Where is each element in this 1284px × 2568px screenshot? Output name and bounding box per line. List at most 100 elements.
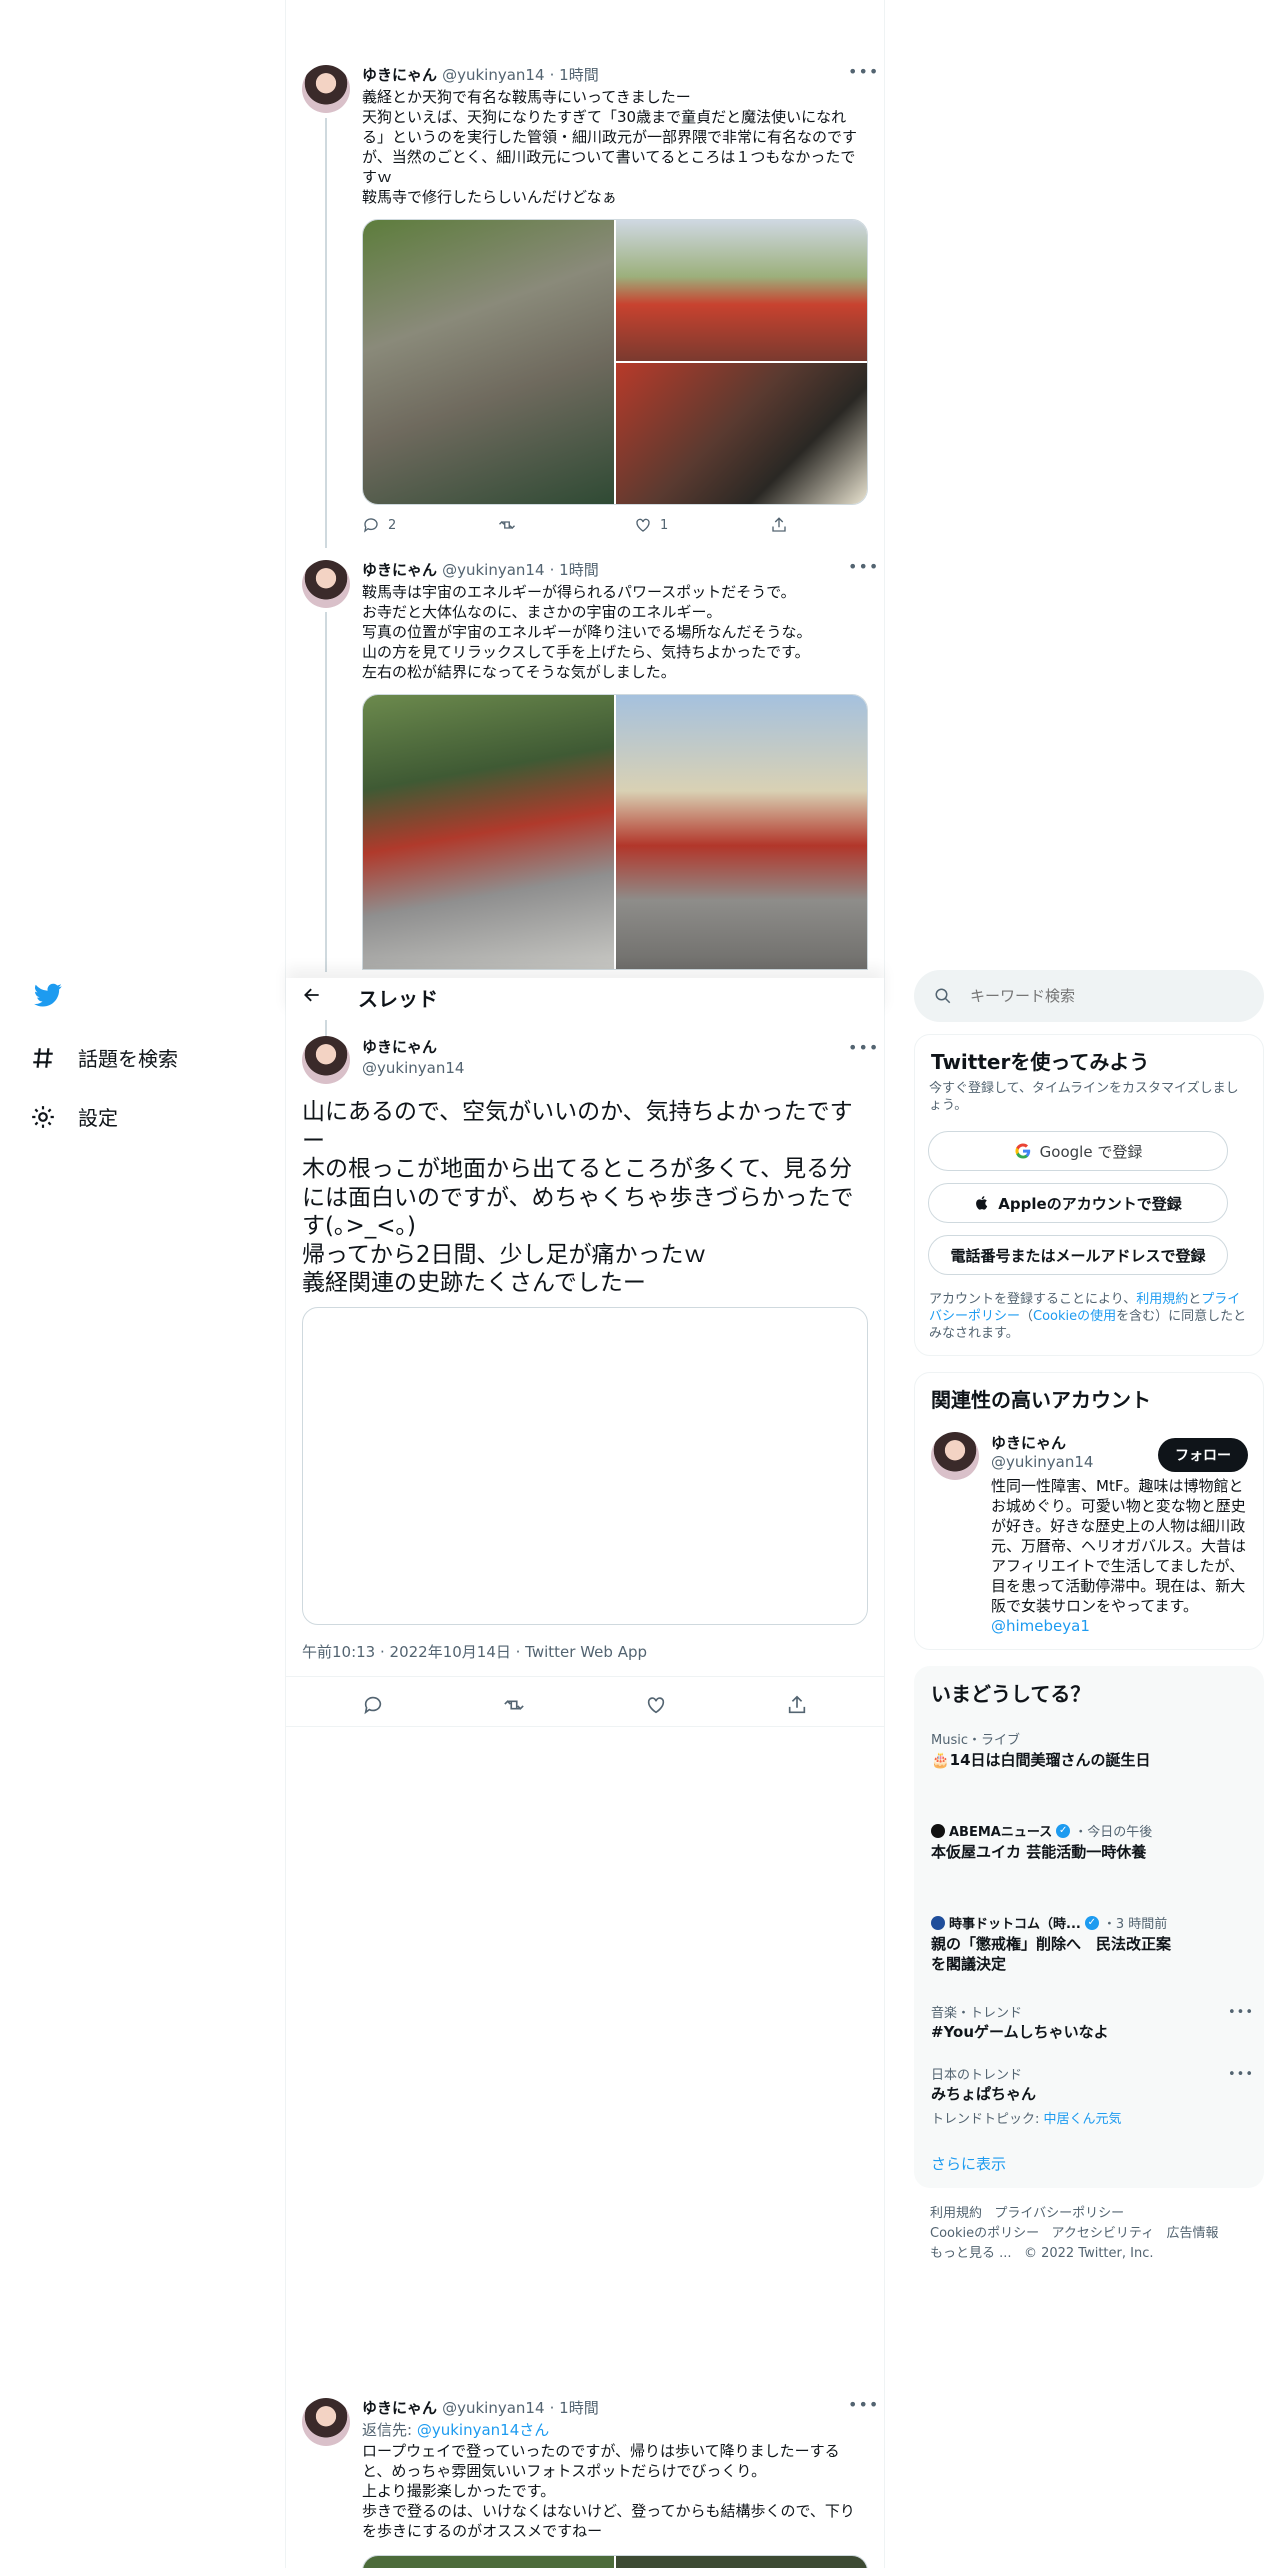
photo-red-bridge[interactable] bbox=[616, 220, 867, 361]
photo-stone-monument[interactable] bbox=[363, 220, 614, 504]
tweet-media-grid[interactable] bbox=[362, 219, 868, 505]
tweet-text: 鞍馬寺は宇宙のエネルギーが得られるパワースポットだそうで。 お寺だと大体仏なのに… bbox=[362, 583, 812, 681]
news-source-icon bbox=[931, 1915, 945, 1930]
follow-button[interactable]: フォロー bbox=[1158, 1438, 1248, 1472]
reply-to-link[interactable]: @yukinyan14 bbox=[417, 2421, 519, 2439]
photo-umbrella[interactable] bbox=[616, 363, 867, 504]
photo-power-spot[interactable] bbox=[616, 695, 867, 969]
tweet-text: 義経とか天狗で有名な鞍馬寺にいってきましたー 天狗といえば、天狗になりたすぎて「… bbox=[362, 88, 858, 206]
display-name[interactable]: ゆきにゃん bbox=[362, 561, 437, 579]
tweet-timestamp[interactable]: 午前10:13 · 2022年10月14日 · Twitter Web App bbox=[302, 1641, 647, 1662]
timestamp[interactable]: 1時間 bbox=[559, 561, 599, 579]
handle[interactable]: @yukinyan14 bbox=[442, 2399, 544, 2417]
footer-link[interactable]: プライバシーポリシー bbox=[994, 2206, 1124, 2221]
apple-icon bbox=[976, 1196, 988, 1210]
display-name[interactable]: ゆきにゃん bbox=[362, 2399, 437, 2417]
retweet-icon[interactable] bbox=[503, 1694, 525, 1716]
divider bbox=[286, 1676, 884, 1677]
trend-title[interactable]: 🎂14日は白間美瑠さんの誕生日 bbox=[931, 1750, 1151, 1770]
avatar[interactable] bbox=[931, 1432, 979, 1480]
trend-meta: 音楽・トレンド bbox=[931, 2006, 1023, 2021]
timestamp[interactable]: 1時間 bbox=[559, 2399, 599, 2417]
photo-temple-courtyard[interactable] bbox=[363, 695, 614, 969]
trend-title[interactable]: 親の「懲戒権」削除へ 民法改正案を閣議決定 bbox=[931, 1934, 1181, 1974]
show-more-link[interactable]: さらに表示 bbox=[931, 2153, 1006, 2174]
verified-badge-icon: ✓ bbox=[1056, 1823, 1071, 1838]
news-source: ABEMAニュース bbox=[949, 1825, 1053, 1840]
trend-meta: Music・ライブ bbox=[931, 1733, 1020, 1748]
handle[interactable]: @yukinyan14 bbox=[442, 66, 544, 84]
footer-link[interactable]: 広告情報 bbox=[1167, 2226, 1219, 2241]
media-placeholder[interactable] bbox=[302, 1307, 868, 1625]
nav-settings[interactable]: 設定 bbox=[30, 1102, 118, 1131]
display-name[interactable]: ゆきにゃん bbox=[362, 66, 437, 84]
nav-settings-label: 設定 bbox=[78, 1106, 118, 1130]
share-button[interactable] bbox=[770, 516, 906, 534]
signup-subtitle: 今すぐ登録して、タイムラインをカスタマイズしましょう。 bbox=[929, 1081, 1239, 1113]
bio-link[interactable]: @himebeya1 bbox=[991, 1617, 1090, 1635]
page-root: { "nav": { "explore_label": "話題を検索", "se… bbox=[0, 0, 1284, 2568]
search-box[interactable] bbox=[914, 970, 1264, 1022]
retweet-icon bbox=[499, 521, 515, 529]
twitter-logo-icon[interactable] bbox=[33, 983, 63, 1013]
avatar[interactable] bbox=[302, 1036, 350, 1084]
tweet-media-grid[interactable] bbox=[362, 2555, 868, 2568]
apple-signup-label: Appleのアカウントで登録 bbox=[998, 1194, 1182, 1213]
google-signup-button[interactable]: Google で登録 bbox=[928, 1131, 1228, 1171]
page-title: スレッド bbox=[358, 987, 438, 1011]
avatar[interactable] bbox=[302, 65, 350, 113]
column-divider-left bbox=[285, 0, 286, 2568]
avatar[interactable] bbox=[302, 2398, 350, 2446]
more-options-icon[interactable]: ••• bbox=[848, 62, 879, 81]
focused-tweet-text: 山にあるので、空気がいいのか、気持ちよかったですー 木の根っこが地面から出てると… bbox=[302, 1099, 854, 1296]
news-time: ・今日の午後 bbox=[1074, 1825, 1153, 1840]
more-options-icon[interactable]: ••• bbox=[848, 557, 879, 576]
tweet-header: ゆきにゃん @yukinyan14 · 1時間 bbox=[362, 2399, 599, 2417]
handle[interactable]: @yukinyan14 bbox=[442, 561, 544, 579]
google-signup-label: Google で登録 bbox=[1039, 1142, 1143, 1161]
footer-link[interactable]: 利用規約 bbox=[930, 2206, 982, 2221]
nav-explore[interactable]: 話題を検索 bbox=[30, 1043, 178, 1072]
cookie-link[interactable]: Cookieの使用 bbox=[1033, 1309, 1116, 1324]
share-icon[interactable] bbox=[786, 1694, 808, 1716]
like-button[interactable]: 1 bbox=[634, 516, 770, 534]
handle[interactable]: @yukinyan14 bbox=[991, 1453, 1093, 1471]
trend-title[interactable]: #Youゲームしちゃいなよ bbox=[931, 2022, 1109, 2042]
reply-button[interactable]: 2 bbox=[362, 516, 498, 534]
more-options-icon[interactable]: ••• bbox=[1228, 2005, 1254, 2020]
footer-link[interactable]: Cookieのポリシー bbox=[930, 2226, 1039, 2241]
trends-title: いまどうしてる？ bbox=[931, 1682, 1091, 1706]
focused-author: ゆきにゃん @yukinyan14 bbox=[362, 1036, 464, 1077]
thread-connector bbox=[325, 612, 327, 972]
thread-connector bbox=[325, 1020, 327, 1036]
search-input[interactable] bbox=[970, 987, 1230, 1005]
back-arrow-icon[interactable] bbox=[302, 985, 322, 1009]
tweet-media-grid[interactable] bbox=[362, 694, 868, 970]
avatar[interactable] bbox=[302, 560, 350, 608]
footer-more-link[interactable]: もっと見る ... bbox=[930, 2246, 1012, 2261]
photo-forest-path[interactable] bbox=[363, 2556, 614, 2568]
more-options-icon[interactable]: ••• bbox=[848, 1038, 879, 1057]
timestamp[interactable]: 1時間 bbox=[559, 66, 599, 84]
reply-context: 返信先: @yukinyan14さん bbox=[362, 2419, 549, 2440]
heart-icon[interactable] bbox=[645, 1694, 667, 1716]
hashtag-icon bbox=[33, 1047, 53, 1068]
gear-icon bbox=[32, 1105, 54, 1128]
footer-link[interactable]: アクセシビリティ bbox=[1052, 2226, 1155, 2241]
reply-icon[interactable] bbox=[362, 1694, 384, 1716]
display-name[interactable]: ゆきにゃん bbox=[991, 1432, 1093, 1453]
handle[interactable]: @yukinyan14 bbox=[362, 1059, 464, 1077]
more-options-icon[interactable]: ••• bbox=[1228, 2067, 1254, 2082]
trend-title[interactable]: 本仮屋ユイカ 芸能活動一時休養 bbox=[931, 1842, 1146, 1862]
more-options-icon[interactable]: ••• bbox=[848, 2395, 879, 2414]
display-name[interactable]: ゆきにゃん bbox=[362, 1036, 464, 1057]
retweet-button[interactable] bbox=[498, 516, 634, 534]
signup-title: Twitterを使ってみよう bbox=[931, 1050, 1150, 1074]
terms-link[interactable]: 利用規約 bbox=[1136, 1292, 1188, 1307]
trend-title[interactable]: みちょぱちゃん bbox=[931, 2084, 1036, 2104]
apple-signup-button[interactable]: Appleのアカウントで登録 bbox=[928, 1183, 1228, 1223]
column-divider-right bbox=[884, 0, 885, 2568]
topic-link[interactable]: 中居くん元気 bbox=[1044, 2112, 1122, 2127]
photo-stairs[interactable] bbox=[616, 2556, 867, 2568]
phone-email-signup-button[interactable]: 電話番号またはメールアドレスで登録 bbox=[928, 1235, 1228, 1275]
